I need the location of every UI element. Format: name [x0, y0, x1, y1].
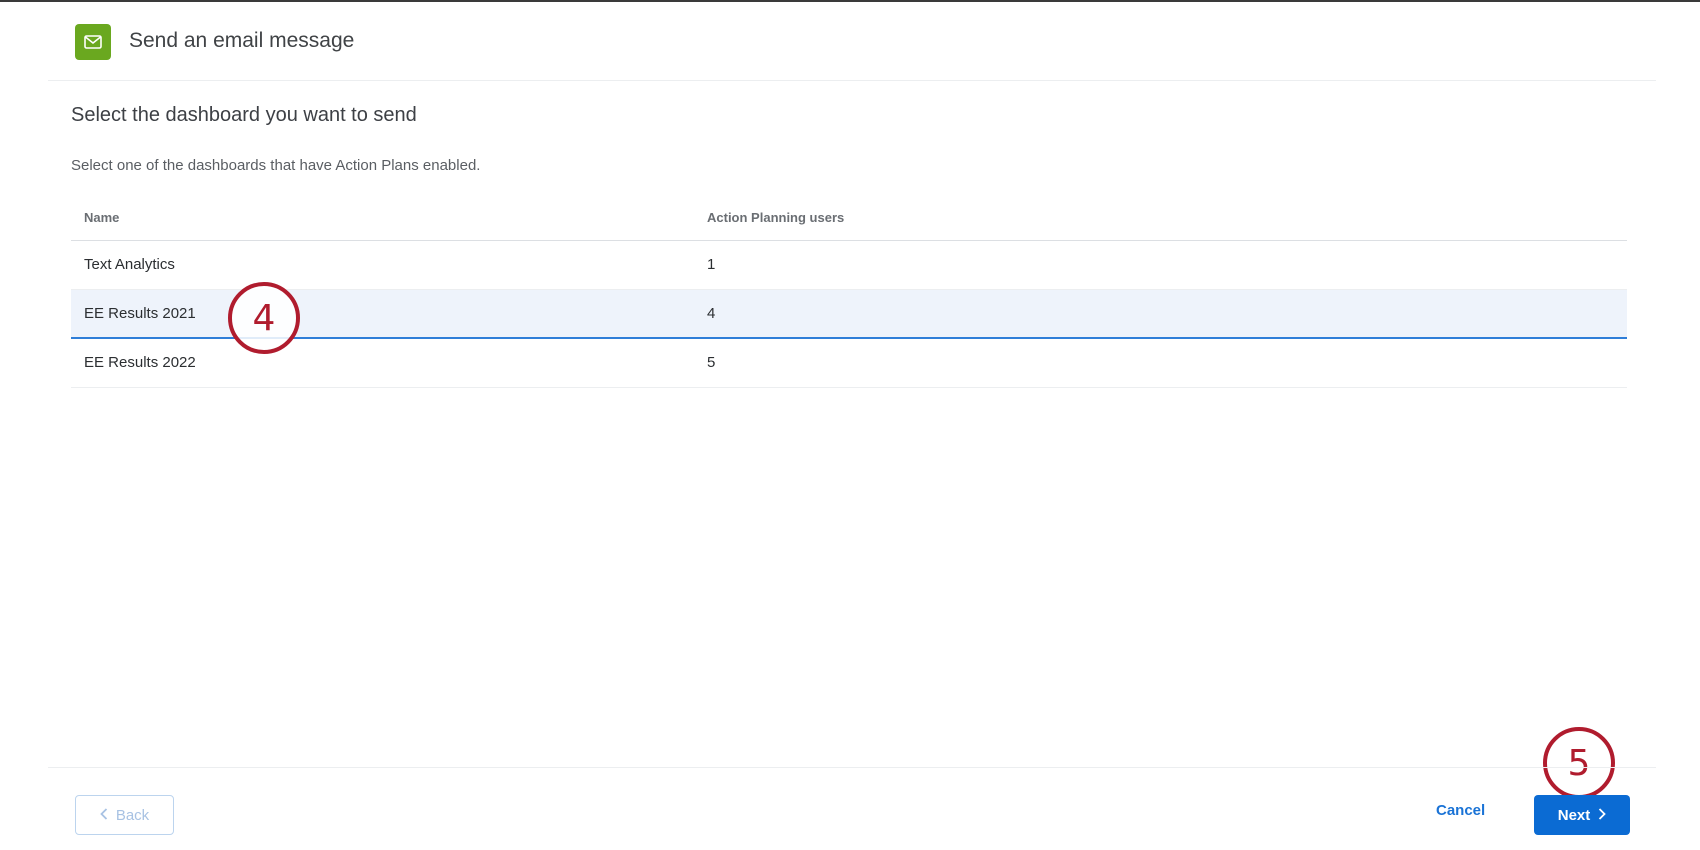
chevron-right-icon: [1598, 807, 1607, 824]
step-5-callout: 5: [1543, 727, 1615, 799]
section-description: Select one of the dashboards that have A…: [71, 157, 481, 174]
row-users: 4: [707, 305, 716, 322]
column-header-name[interactable]: Name: [84, 210, 119, 225]
row-name: EE Results 2022: [84, 354, 196, 371]
step-4-callout: 4: [228, 282, 300, 354]
next-button[interactable]: Next: [1534, 795, 1630, 835]
footer-divider: [48, 767, 1656, 768]
page-header: Send an email message: [48, 2, 1656, 81]
mail-icon: [75, 24, 111, 60]
chevron-left-icon: [100, 807, 108, 824]
cancel-button[interactable]: Cancel: [1436, 802, 1485, 819]
table-row-selected[interactable]: EE Results 2021 4: [71, 290, 1627, 339]
page-title: Send an email message: [129, 29, 355, 52]
dashboards-table: Name Action Planning users Text Analytic…: [71, 200, 1627, 388]
next-label: Next: [1557, 806, 1591, 824]
row-users: 1: [707, 256, 716, 273]
table-row[interactable]: Text Analytics 1: [71, 241, 1627, 290]
row-name: EE Results 2021: [84, 305, 196, 322]
row-name: Text Analytics: [84, 256, 175, 273]
table-header: Name Action Planning users: [71, 200, 1627, 241]
column-header-users[interactable]: Action Planning users: [707, 210, 844, 225]
back-label: Back: [115, 806, 150, 824]
section-title: Select the dashboard you want to send: [71, 104, 417, 126]
table-row[interactable]: EE Results 2022 5: [71, 339, 1627, 388]
back-button[interactable]: Back: [75, 795, 174, 835]
row-users: 5: [707, 354, 716, 371]
